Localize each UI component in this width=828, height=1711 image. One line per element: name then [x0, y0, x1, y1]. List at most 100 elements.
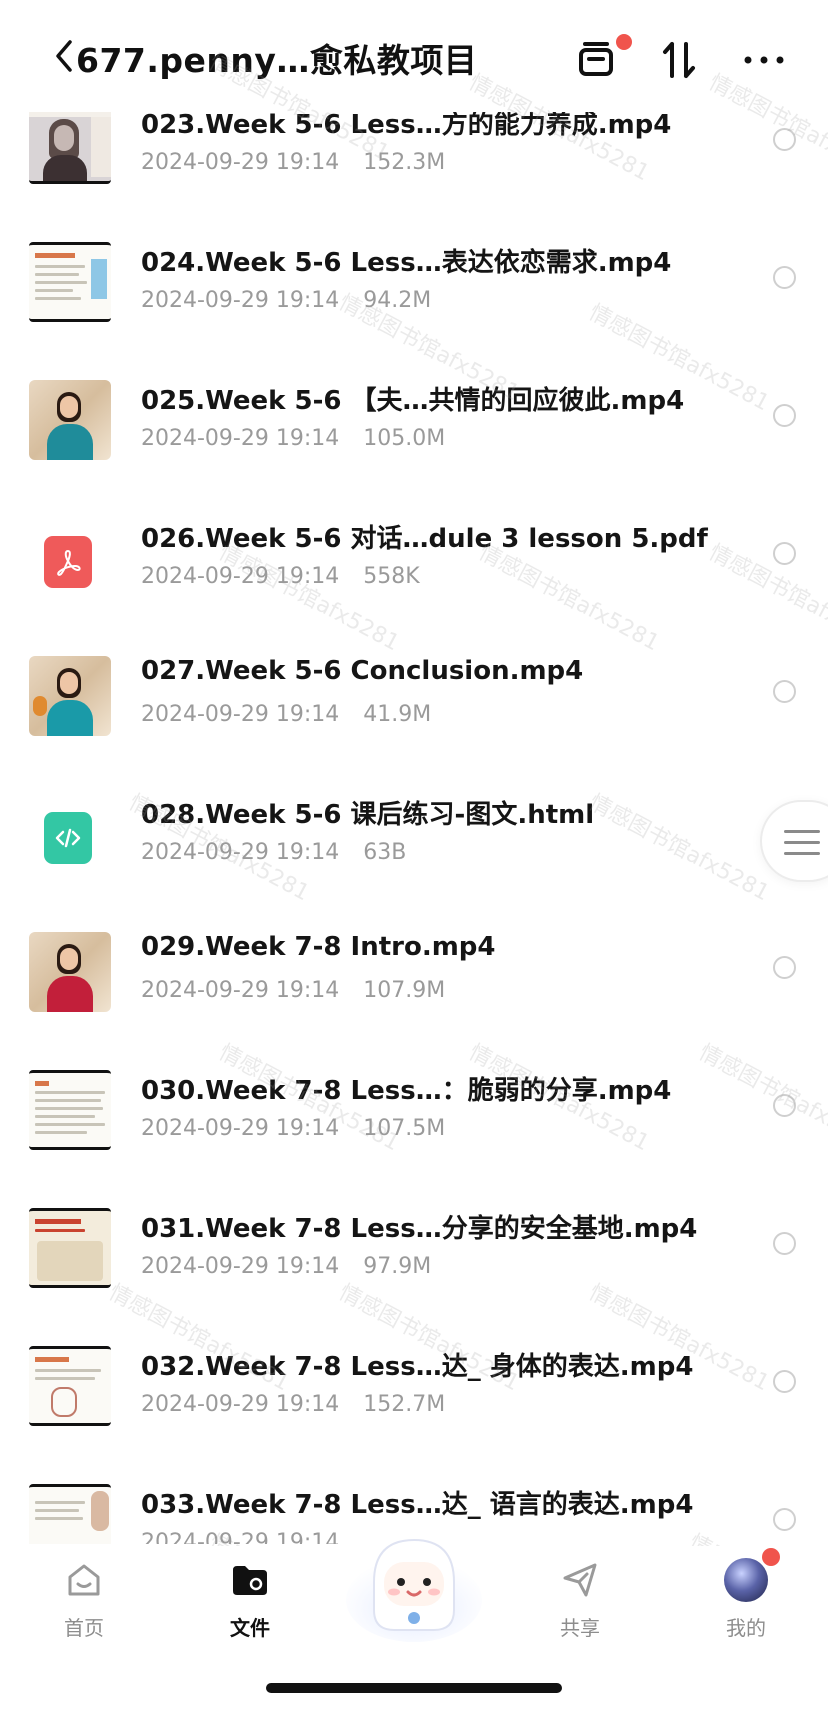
sort-button[interactable] [656, 36, 704, 84]
file-meta: 2024-09-29 19:14 [141, 1530, 363, 1544]
file-size: 105.0M [363, 426, 446, 451]
nav-share[interactable]: 共享 [530, 1560, 630, 1660]
nav-me[interactable]: 我的 [696, 1548, 796, 1660]
screen: 677.penny…愈私教项目 023.Week 5-6 Less…方的能力养成… [0, 0, 828, 1711]
file-meta: 2024-09-29 19:14 41.9M [141, 702, 431, 727]
file-size: 97.9M [363, 1254, 432, 1279]
back-button[interactable] [52, 36, 78, 76]
file-size: 63B [363, 840, 407, 865]
file-list: 023.Week 5-6 Less…方的能力养成.mp4 2024-09-29 … [0, 104, 828, 1544]
select-radio[interactable] [773, 1232, 796, 1255]
file-name: 028.Week 5-6 课后练习-图文.html [141, 800, 595, 830]
file-size: 152.7M [363, 1392, 446, 1417]
select-radio[interactable] [773, 1370, 796, 1393]
select-radio[interactable] [773, 404, 796, 427]
file-thumbnail [29, 1484, 111, 1544]
pdf-file-icon [44, 536, 92, 588]
archive-icon [579, 42, 613, 76]
file-name: 026.Week 5-6 对话…dule 3 lesson 5.pdf [141, 524, 708, 554]
page-title: 677.penny…愈私教项目 [76, 41, 478, 80]
file-size: 107.5M [363, 1116, 446, 1141]
file-thumbnail [29, 380, 111, 460]
top-bar: 677.penny…愈私教项目 [0, 0, 828, 112]
sort-icon [663, 42, 695, 78]
code-icon [55, 828, 81, 848]
select-radio[interactable] [773, 542, 796, 565]
file-row[interactable]: 029.Week 7-8 Intro.mp4 2024-09-29 19:14 1… [0, 932, 828, 1070]
file-row[interactable]: 027.Week 5-6 Conclusion.mp4 2024-09-29 1… [0, 656, 828, 794]
file-thumbnail [29, 1070, 111, 1150]
file-meta: 2024-09-29 19:14 94.2M [141, 288, 431, 313]
select-radio[interactable] [773, 128, 796, 151]
file-name: 031.Week 7-8 Less…分享的安全基地.mp4 [141, 1214, 698, 1244]
file-size: 558K [363, 564, 420, 589]
home-icon [64, 1560, 104, 1600]
file-row[interactable]: 025.Week 5-6 【夫…共情的回应彼此.mp4 2024-09-29 1… [0, 380, 828, 518]
file-row[interactable]: 023.Week 5-6 Less…方的能力养成.mp4 2024-09-29 … [0, 104, 828, 242]
folder-icon [230, 1560, 270, 1600]
file-row[interactable]: 032.Week 7-8 Less…达_ 身体的表达.mp4 2024-09-2… [0, 1346, 828, 1484]
file-meta: 2024-09-29 19:14 558K [141, 564, 420, 589]
file-date: 2024-09-29 19:14 [141, 288, 340, 313]
file-meta: 2024-09-29 19:14 63B [141, 840, 406, 865]
file-thumbnail [29, 1346, 111, 1426]
file-name: 030.Week 7-8 Less…：脆弱的分享.mp4 [141, 1076, 672, 1106]
file-name: 032.Week 7-8 Less…达_ 身体的表达.mp4 [141, 1352, 694, 1382]
file-thumbnail [29, 242, 111, 322]
file-row[interactable]: 030.Week 7-8 Less…：脆弱的分享.mp4 2024-09-29 … [0, 1070, 828, 1208]
select-radio[interactable] [773, 1508, 796, 1531]
notification-dot [762, 1548, 780, 1566]
file-size: 152.3M [363, 150, 446, 175]
send-icon [560, 1560, 600, 1600]
file-name: 025.Week 5-6 【夫…共情的回应彼此.mp4 [141, 386, 685, 416]
select-radio[interactable] [773, 1094, 796, 1117]
file-name: 029.Week 7-8 Intro.mp4 [141, 932, 496, 962]
file-meta: 2024-09-29 19:14 107.5M [141, 1116, 445, 1141]
more-button[interactable] [740, 36, 788, 84]
file-thumbnail [29, 932, 111, 1012]
file-name: 027.Week 5-6 Conclusion.mp4 [141, 656, 584, 686]
file-name: 024.Week 5-6 Less…表达依恋需求.mp4 [141, 248, 672, 278]
file-meta: 2024-09-29 19:14 152.3M [141, 150, 445, 175]
file-date: 2024-09-29 19:14 [141, 564, 340, 589]
pdf-icon [57, 549, 81, 576]
file-size: 94.2M [363, 288, 432, 313]
select-radio[interactable] [773, 266, 796, 289]
nav-home-label: 首页 [64, 1616, 104, 1640]
file-date: 2024-09-29 19:14 [141, 1116, 340, 1141]
file-row[interactable]: 024.Week 5-6 Less…表达依恋需求.mp4 2024-09-29 … [0, 242, 828, 380]
file-thumbnail [29, 656, 111, 736]
home-indicator [266, 1683, 562, 1693]
avatar [724, 1558, 768, 1602]
file-row[interactable]: 028.Week 5-6 课后练习-图文.html 2024-09-29 19:… [0, 794, 828, 932]
nav-home[interactable]: 首页 [34, 1560, 134, 1660]
file-meta: 2024-09-29 19:14 152.7M [141, 1392, 445, 1417]
file-thumbnail [29, 1208, 111, 1288]
file-date: 2024-09-29 19:14 [141, 1392, 340, 1417]
nav-share-label: 共享 [560, 1616, 600, 1640]
nav-files-label: 文件 [230, 1616, 270, 1640]
file-date: 2024-09-29 19:14 [141, 150, 340, 175]
file-date: 2024-09-29 19:14 [141, 1254, 340, 1279]
file-meta: 2024-09-29 19:14 105.0M [141, 426, 445, 451]
nav-me-label: 我的 [726, 1616, 766, 1640]
file-date: 2024-09-29 19:14 [141, 426, 340, 451]
file-thumbnail [29, 104, 111, 184]
file-date: 2024-09-29 19:14 [141, 702, 340, 727]
file-row[interactable]: 031.Week 7-8 Less…分享的安全基地.mp4 2024-09-29… [0, 1208, 828, 1346]
file-meta: 2024-09-29 19:14 97.9M [141, 1254, 431, 1279]
file-meta: 2024-09-29 19:14 107.9M [141, 978, 445, 1003]
file-row[interactable]: 026.Week 5-6 对话…dule 3 lesson 5.pdf 2024… [0, 518, 828, 656]
select-radio[interactable] [773, 680, 796, 703]
nav-files[interactable]: 文件 [200, 1560, 300, 1660]
assistant-mascot-button[interactable] [344, 1512, 484, 1652]
mascot-icon [346, 1538, 482, 1642]
archive-button[interactable] [572, 36, 620, 84]
file-size: 107.9M [363, 978, 446, 1003]
file-date: 2024-09-29 19:14 [141, 1530, 340, 1544]
select-radio[interactable] [773, 956, 796, 979]
notification-dot [616, 34, 632, 50]
html-file-icon [44, 812, 92, 864]
file-date: 2024-09-29 19:14 [141, 978, 340, 1003]
file-date: 2024-09-29 19:14 [141, 840, 340, 865]
